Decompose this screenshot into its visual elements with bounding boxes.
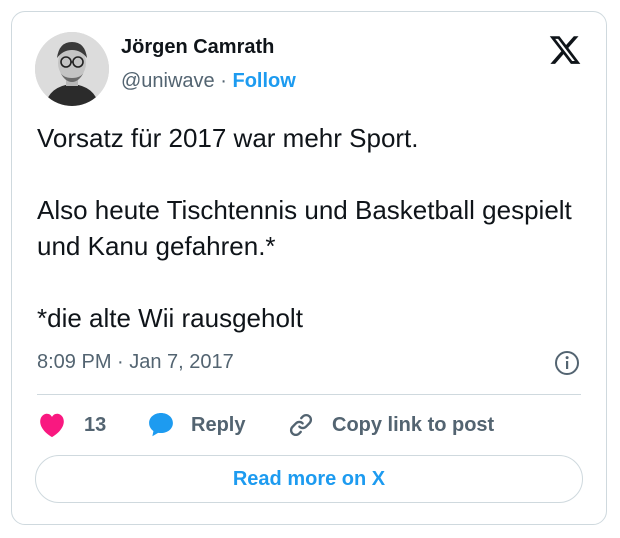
reply-label: Reply: [191, 413, 246, 436]
heart-icon: [37, 412, 67, 438]
read-more-label: Read more on X: [232, 467, 386, 490]
divider: [37, 394, 581, 395]
speech-bubble-icon: [147, 411, 175, 439]
post-timestamp[interactable]: 8:09 PM · Jan 7, 2017: [37, 351, 234, 374]
post-text: Vorsatz für 2017 war mehr Sport. Also he…: [37, 123, 572, 333]
read-more-button[interactable]: Read more on X: [35, 455, 583, 503]
follow-link[interactable]: Follow: [232, 70, 295, 92]
avatar[interactable]: [35, 32, 109, 106]
separator-dot: ·: [220, 70, 227, 92]
embedded-post-card: Jörgen Camrath @uniwave · Follow Vorsatz…: [11, 11, 607, 525]
link-icon: [287, 411, 315, 439]
author-name[interactable]: Jörgen Camrath: [121, 36, 274, 59]
reply-button[interactable]: Reply: [147, 410, 245, 440]
like-count: 13: [84, 413, 107, 436]
copy-link-button[interactable]: Copy link to post: [287, 410, 494, 440]
author-handle-row: @uniwave · Follow: [121, 70, 296, 93]
like-button[interactable]: 13: [37, 410, 106, 440]
copy-link-label: Copy link to post: [332, 413, 495, 436]
x-logo-icon[interactable]: [548, 33, 582, 67]
avatar-photo: [35, 32, 109, 106]
author-handle[interactable]: @uniwave: [121, 70, 215, 92]
info-icon[interactable]: [554, 350, 580, 376]
